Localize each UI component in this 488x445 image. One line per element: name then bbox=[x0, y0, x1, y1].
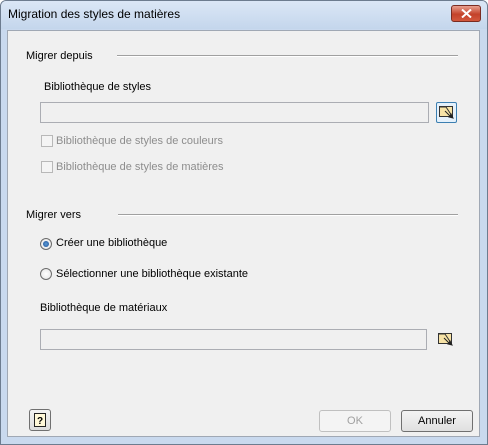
select-existing-library-radio-label[interactable]: Sélectionner une bibliothèque existante bbox=[56, 268, 248, 280]
title-bar[interactable]: Migration des styles de matières bbox=[1, 1, 487, 29]
select-existing-library-radio[interactable] bbox=[40, 268, 52, 280]
window-title: Migration des styles de matières bbox=[8, 7, 181, 21]
color-styles-checkbox[interactable] bbox=[41, 135, 53, 147]
material-styles-checkbox-label[interactable]: Bibliothèque de styles de matières bbox=[56, 161, 224, 173]
cancel-button[interactable]: Annuler bbox=[401, 410, 473, 432]
create-library-radio-label[interactable]: Créer une bibliothèque bbox=[56, 237, 167, 249]
group-divider bbox=[117, 55, 458, 57]
material-library-browse-button[interactable] bbox=[436, 329, 457, 350]
color-styles-checkbox-label[interactable]: Bibliothèque de styles de couleurs bbox=[56, 135, 223, 147]
migrate-to-group-label: Migrer vers bbox=[26, 209, 82, 221]
style-library-browse-button[interactable] bbox=[436, 102, 457, 123]
ok-button[interactable]: OK bbox=[319, 410, 391, 432]
dialog-window: Migration des styles de matières Migrer … bbox=[0, 0, 488, 445]
help-button[interactable]: ? bbox=[29, 409, 51, 431]
material-styles-checkbox[interactable] bbox=[41, 161, 53, 173]
material-library-path-field[interactable] bbox=[40, 329, 427, 350]
migrate-from-group-label: Migrer depuis bbox=[26, 50, 93, 62]
folder-browse-icon bbox=[438, 333, 453, 346]
style-library-path-field[interactable] bbox=[40, 102, 429, 123]
close-button[interactable] bbox=[451, 5, 481, 22]
svg-text:?: ? bbox=[37, 416, 43, 427]
close-icon bbox=[461, 9, 472, 18]
create-library-radio[interactable] bbox=[40, 238, 52, 250]
material-library-label: Bibliothèque de matériaux bbox=[40, 302, 168, 314]
dialog-body: Migrer depuis Bibliothèque de styles Bib… bbox=[7, 30, 480, 437]
help-icon: ? bbox=[34, 413, 46, 427]
folder-browse-icon bbox=[439, 106, 454, 119]
radio-selected-dot bbox=[43, 241, 49, 247]
style-library-label: Bibliothèque de styles bbox=[44, 81, 152, 93]
group-divider bbox=[118, 214, 458, 216]
